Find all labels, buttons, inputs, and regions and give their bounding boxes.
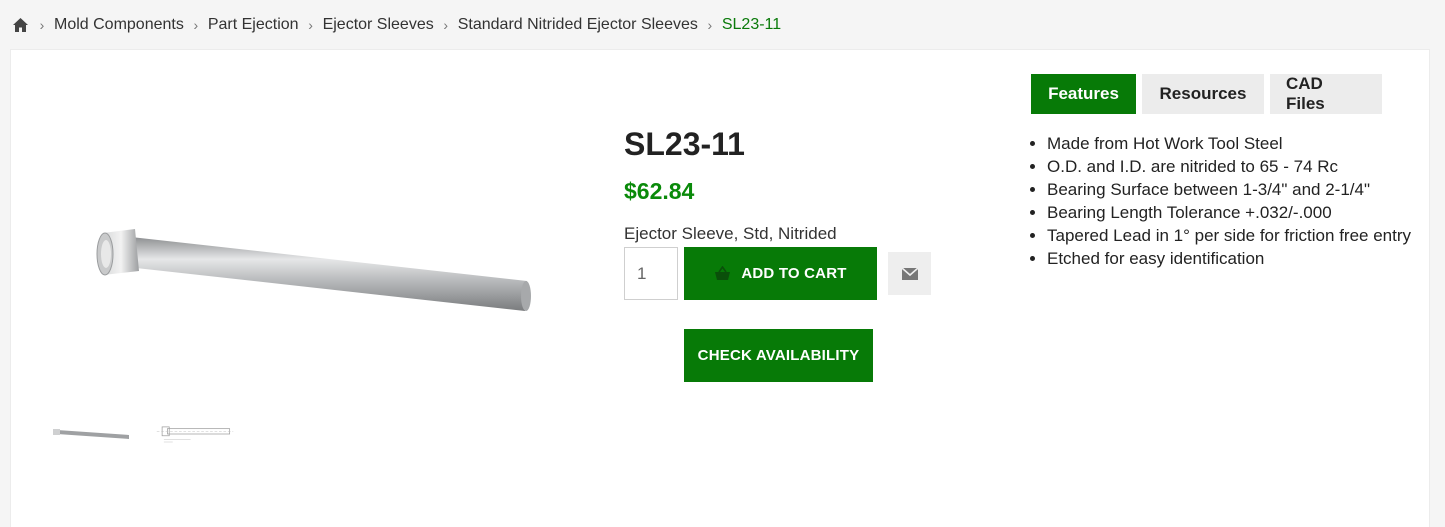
- tab-features[interactable]: Features: [1031, 74, 1136, 114]
- home-icon[interactable]: [12, 16, 30, 34]
- add-to-cart-label: ADD TO CART: [741, 265, 847, 282]
- breadcrumb-standard-nitrided-ejector-sleeves[interactable]: Standard Nitrided Ejector Sleeves: [458, 16, 698, 34]
- feature-item: Tapered Lead in 1° per side for friction…: [1047, 224, 1417, 247]
- chevron-right-icon: ›: [39, 17, 45, 33]
- basket-icon: [715, 266, 731, 280]
- features-list: Made from Hot Work Tool Steel O.D. and I…: [1029, 132, 1417, 270]
- chevron-right-icon: ›: [193, 17, 199, 33]
- feature-item: Made from Hot Work Tool Steel: [1047, 132, 1417, 155]
- tab-resources[interactable]: Resources: [1142, 74, 1264, 114]
- breadcrumb-current: SL23-11: [721, 16, 782, 33]
- product-image: [96, 229, 531, 311]
- thumbnail-strip: [51, 422, 235, 446]
- thumbnail-technical-drawing[interactable]: [155, 422, 235, 446]
- product-price: $62.84: [624, 178, 695, 204]
- product-title: SL23-11: [624, 126, 745, 162]
- breadcrumb-ejector-sleeves[interactable]: Ejector Sleeves: [323, 16, 434, 34]
- breadcrumb-part-ejection[interactable]: Part Ejection: [208, 16, 299, 34]
- tab-cad-files[interactable]: CAD Files: [1270, 74, 1382, 114]
- check-availability-button[interactable]: CHECK AVAILABILITY: [684, 329, 873, 382]
- feature-item: Bearing Surface between 1-3/4" and 2-1/4…: [1047, 178, 1417, 201]
- quantity-input[interactable]: [624, 247, 678, 300]
- chevron-right-icon: ›: [308, 17, 313, 33]
- product-card: SL23-11 $62.84 Ejector Sleeve, Std, Nitr…: [10, 49, 1430, 527]
- thumbnail-product-photo[interactable]: [51, 422, 131, 446]
- check-availability-label: CHECK AVAILABILITY: [697, 347, 860, 364]
- email-button[interactable]: [888, 252, 931, 295]
- feature-item: Bearing Length Tolerance +.032/-.000: [1047, 201, 1417, 224]
- chevron-right-icon: ›: [707, 17, 713, 33]
- product-description: Ejector Sleeve, Std, Nitrided: [624, 224, 837, 243]
- chevron-right-icon: ›: [443, 17, 449, 33]
- product-info-tabs: Features Resources CAD Files: [1031, 74, 1382, 114]
- envelope-icon: [901, 267, 918, 280]
- breadcrumb: › Mold Components › Part Ejection › Ejec…: [12, 13, 781, 37]
- breadcrumb-mold-components[interactable]: Mold Components: [54, 16, 184, 34]
- feature-item: Etched for easy identification: [1047, 247, 1417, 270]
- add-to-cart-button[interactable]: ADD TO CART: [684, 247, 877, 300]
- feature-item: O.D. and I.D. are nitrided to 65 - 74 Rc: [1047, 155, 1417, 178]
